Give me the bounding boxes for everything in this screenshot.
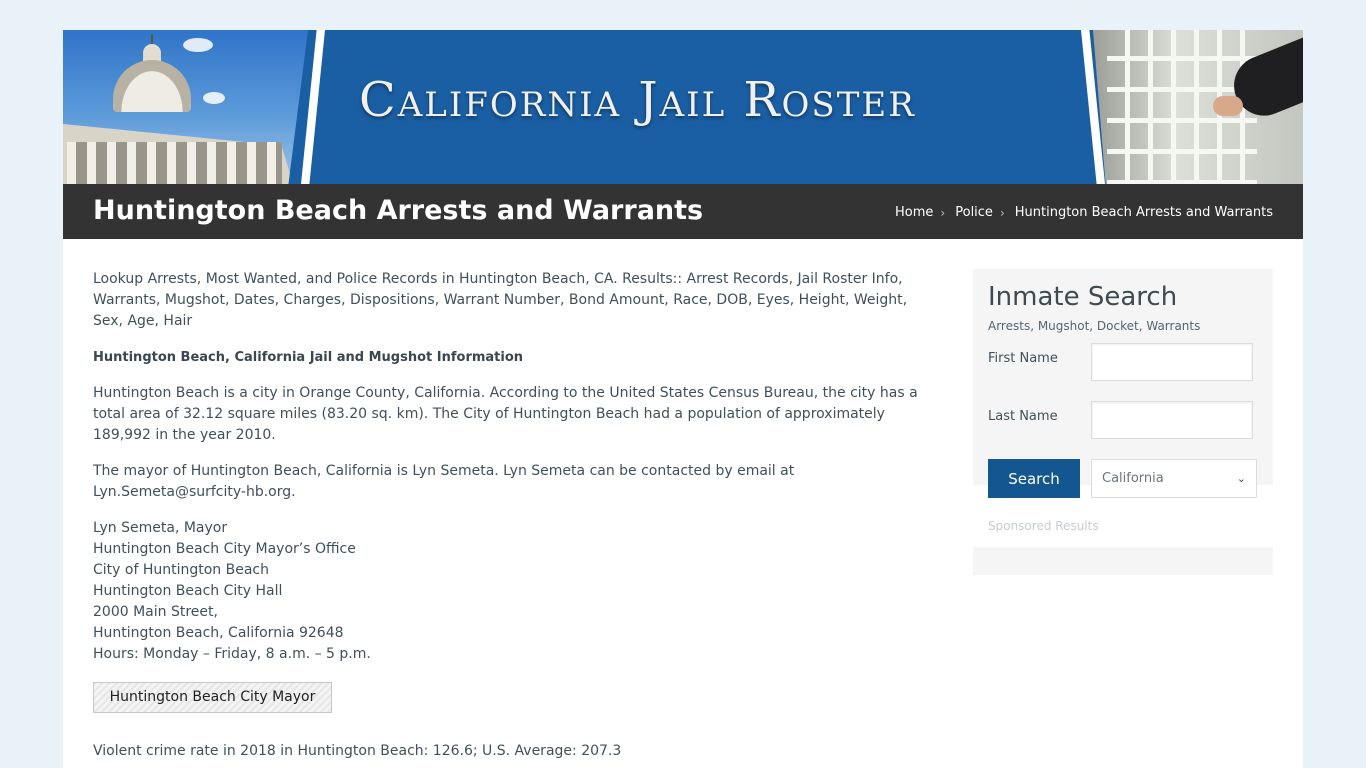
first-name-label: First Name [988, 351, 1058, 366]
chevron-down-icon: ⌄ [1236, 472, 1246, 485]
search-button[interactable]: Search [988, 459, 1080, 498]
site-title[interactable]: California Jail Roster [359, 72, 916, 128]
breadcrumb-current: Huntington Beach Arrests and Warrants [1014, 205, 1273, 220]
sponsored-label: Sponsored Results [973, 505, 1273, 547]
address-line: Huntington Beach City Hall [93, 583, 283, 599]
mayor-address: Lyn Semeta, Mayor Huntington Beach City … [93, 518, 933, 665]
breadcrumb: Home › Police › Huntington Beach Arrests… [895, 205, 1273, 220]
main-content: Lookup Arrests, Most Wanted, and Police … [93, 269, 933, 713]
chevron-right-icon: › [999, 205, 1005, 220]
capitol-image [63, 30, 308, 184]
site-banner[interactable]: California Jail Roster [63, 30, 1303, 184]
intro-text: Lookup Arrests, Most Wanted, and Police … [93, 271, 908, 329]
search-actions: Search California ⌄ [988, 459, 1258, 499]
city-info-text: Huntington Beach is a city in Orange Cou… [93, 385, 918, 443]
city-mayor-button[interactable]: Huntington Beach City Mayor [93, 682, 332, 713]
section-heading: Huntington Beach, California Jail and Mu… [93, 350, 524, 365]
inmate-search-title: Inmate Search [988, 282, 1178, 312]
page-title: Huntington Beach Arrests and Warrants [93, 195, 704, 226]
last-name-label: Last Name [988, 409, 1058, 424]
address-line: Huntington Beach, California 92648 [93, 625, 344, 641]
state-select[interactable]: California ⌄ [1091, 459, 1257, 498]
title-bar: Huntington Beach Arrests and Warrants Ho… [63, 184, 1303, 239]
chevron-right-icon: › [940, 205, 946, 220]
crime-rate-text: Violent crime rate in 2018 in Huntington… [93, 743, 622, 759]
inmate-search-panel: Inmate Search Arrests, Mugshot, Docket, … [973, 269, 1273, 498]
first-name-row: First Name [988, 343, 1258, 401]
address-line: 2000 Main Street, [93, 604, 218, 620]
jail-door-image [1093, 30, 1303, 184]
ad-area [973, 547, 1273, 575]
breadcrumb-home-link[interactable]: Home [895, 205, 933, 220]
inmate-search-subtitle: Arrests, Mugshot, Docket, Warrants [988, 319, 1201, 333]
address-line: Lyn Semeta, Mayor [93, 520, 228, 536]
address-line: City of Huntington Beach [93, 562, 269, 578]
last-name-input[interactable] [1091, 401, 1253, 439]
address-line: Hours: Monday – Friday, 8 a.m. – 5 p.m. [93, 646, 371, 662]
page-container: California Jail Roster Huntington Beach … [63, 30, 1303, 768]
address-line: Huntington Beach City Mayor’s Office [93, 541, 356, 557]
first-name-input[interactable] [1091, 343, 1253, 381]
mayor-info-text: The mayor of Huntington Beach, Californi… [93, 463, 795, 500]
last-name-row: Last Name [988, 401, 1258, 459]
sidebar: Inmate Search Arrests, Mugshot, Docket, … [973, 269, 1273, 575]
state-select-value: California [1102, 471, 1164, 486]
breadcrumb-police-link[interactable]: Police [955, 205, 993, 220]
